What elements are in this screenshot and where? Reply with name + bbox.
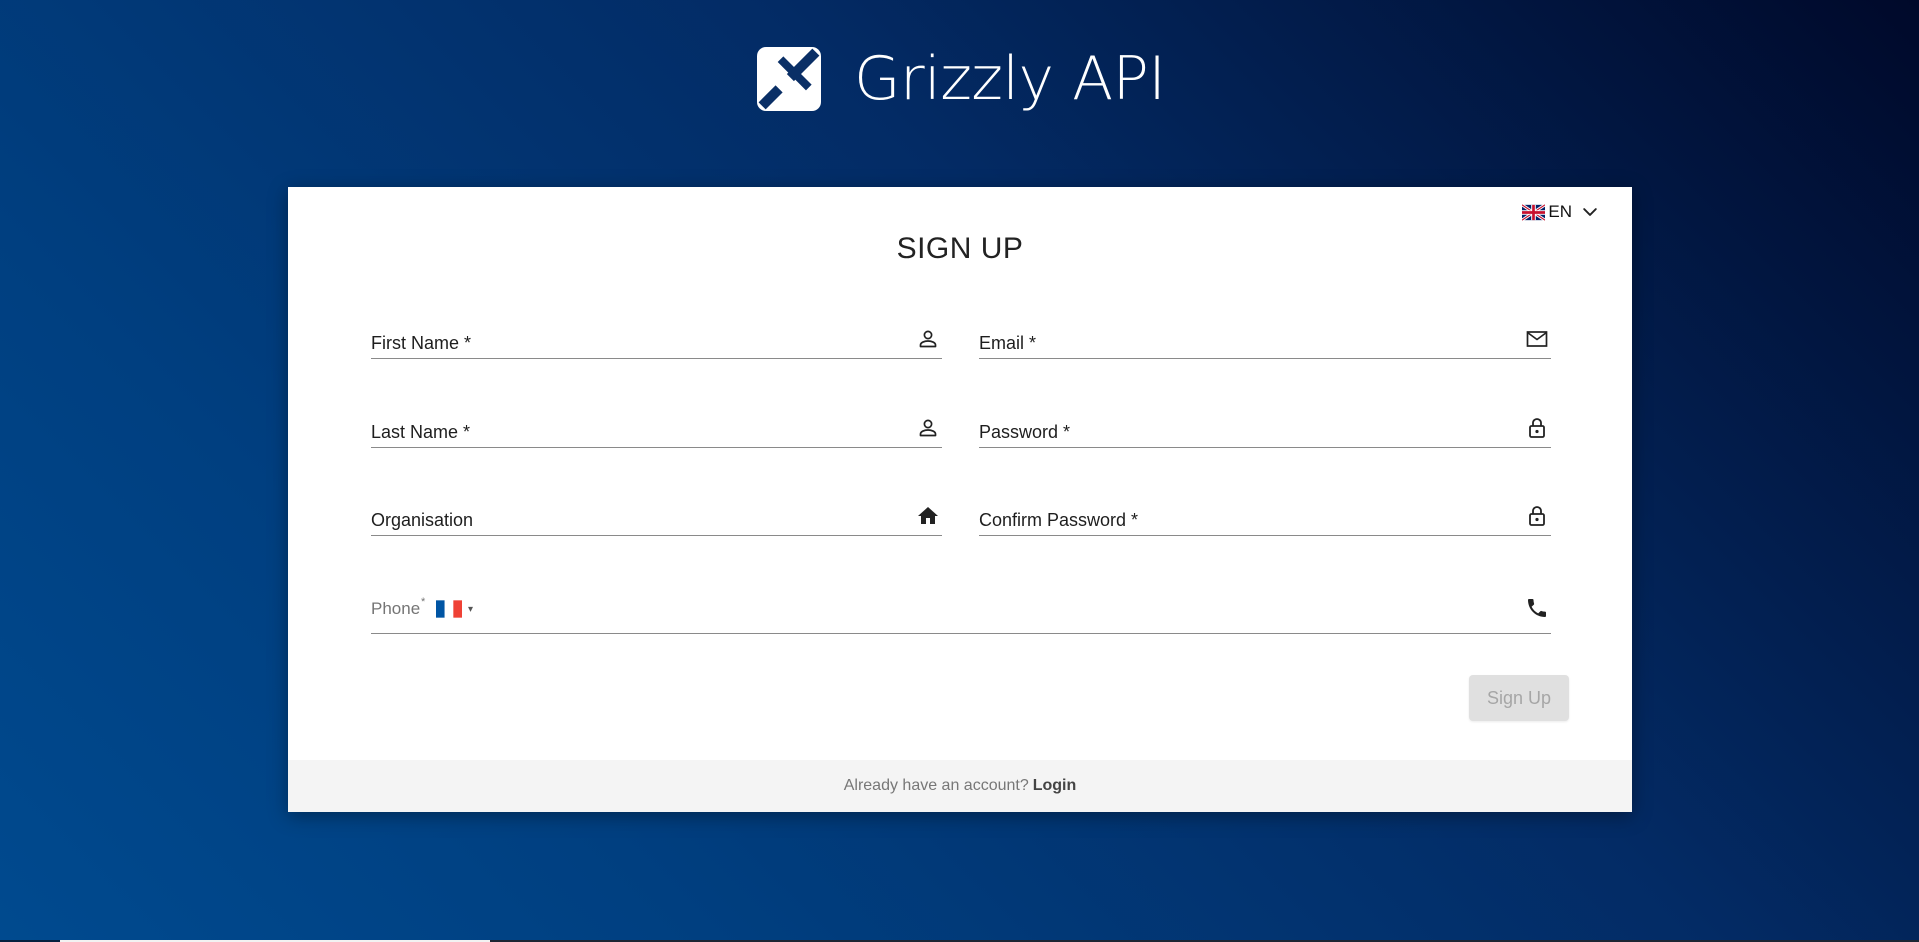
- login-link[interactable]: Login: [1033, 777, 1077, 795]
- phone-required-mark: *: [421, 596, 426, 608]
- first-name-label: First Name *: [371, 333, 472, 353]
- phone-label: Phone: [371, 599, 421, 618]
- grizzly-logo-icon: [757, 47, 821, 111]
- page-title: SIGN UP: [896, 232, 1024, 265]
- france-flag-icon: [436, 600, 462, 618]
- envelope-icon: [1526, 331, 1548, 347]
- home-icon: [918, 507, 938, 524]
- country-code-selector[interactable]: ▾: [436, 600, 473, 618]
- email-label: Email *: [979, 333, 1037, 353]
- organisation-field[interactable]: Organisation: [371, 502, 942, 536]
- last-name-field[interactable]: Last Name *: [371, 414, 942, 448]
- email-field[interactable]: Email *: [979, 325, 1551, 359]
- password-field[interactable]: Password *: [979, 414, 1551, 448]
- sign-up-button[interactable]: Sign Up: [1469, 675, 1569, 721]
- person-icon: [919, 419, 937, 437]
- footer-text: Already have an account?: [843, 777, 1029, 794]
- person-icon: [919, 330, 937, 348]
- caret-down-icon: ▾: [468, 603, 474, 615]
- phone-field[interactable]: Phone * ▾: [371, 590, 1551, 634]
- lock-icon: [1529, 506, 1545, 526]
- lock-icon: [1529, 418, 1545, 438]
- brand-name: Grizzly API: [854, 44, 1166, 114]
- chevron-down-icon: [1583, 208, 1597, 216]
- first-name-field[interactable]: First Name *: [371, 325, 942, 359]
- language-code: EN: [1548, 202, 1572, 221]
- organisation-label: Organisation: [371, 510, 474, 530]
- card-footer: Already have an account? Login: [288, 760, 1632, 812]
- brand-logo: Grizzly API: [757, 47, 1166, 111]
- uk-flag-icon: [1522, 203, 1546, 221]
- confirm-password-field[interactable]: Confirm Password *: [979, 502, 1551, 536]
- language-selector[interactable]: EN: [1522, 202, 1600, 222]
- password-label: Password *: [979, 422, 1071, 442]
- last-name-label: Last Name *: [371, 422, 471, 442]
- confirm-password-label: Confirm Password *: [979, 510, 1139, 530]
- phone-icon: [1528, 599, 1546, 617]
- signup-card: EN SIGN UP First Name * Email * Last Nam…: [288, 187, 1632, 812]
